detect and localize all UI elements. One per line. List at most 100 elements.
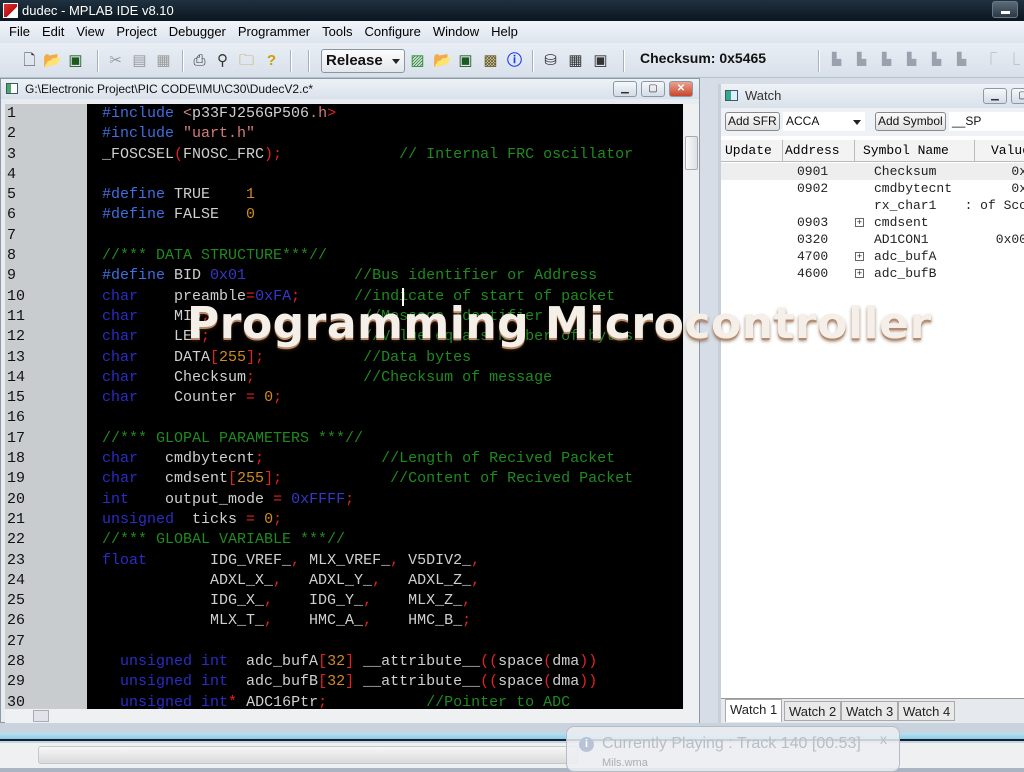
watch-row[interactable]: 0320 AD1CON1 0x00 xyxy=(721,231,1024,248)
watch-row[interactable]: 4700 + adc_bufA xyxy=(721,248,1024,265)
build-icon[interactable]: ▩ xyxy=(482,52,499,69)
open-project-icon[interactable]: 📂 xyxy=(433,52,452,69)
code-line: _FOSCSEL(FNOSC_FRC); // Internal FRC osc… xyxy=(87,145,683,165)
window-title: dudec - MPLAB IDE v8.10 xyxy=(22,3,174,18)
info-icon[interactable]: ⓘ xyxy=(506,52,523,69)
code-line: #define TRUE 1 xyxy=(87,185,683,205)
media-notification[interactable]: i Currently Playing : Track 140 [00:53] … xyxy=(566,726,900,772)
watch-row[interactable]: 0903 + cmdsent xyxy=(721,214,1024,231)
code-editor[interactable]: #include <p33FJ256GP506.h> #include "uart… xyxy=(87,104,683,715)
expand-icon[interactable]: + xyxy=(855,269,864,278)
watch-row[interactable]: 0901 Checksum 0x xyxy=(721,163,1024,180)
code-token: FNOSC_FRC xyxy=(183,145,265,163)
vertical-scrollbar[interactable] xyxy=(684,104,699,715)
scrollbar-thumb[interactable] xyxy=(685,136,698,170)
copy-icon[interactable]: ▤ xyxy=(131,52,148,69)
code-token: 0xFFFF xyxy=(291,490,346,508)
watch-row[interactable]: 4600 + adc_bufB xyxy=(721,265,1024,282)
step-over-icon[interactable]: ▙ xyxy=(857,52,873,66)
tab-watch-4[interactable]: Watch 4 xyxy=(898,701,956,721)
code-token: p33FJ256GP506 xyxy=(192,105,310,122)
open-file-icon[interactable]: 📂 xyxy=(43,52,62,69)
find-in-files-icon[interactable]: 🗀 xyxy=(238,52,255,69)
editor-maximize-button[interactable]: ▢ xyxy=(641,81,665,97)
sfr-select[interactable]: ACCA xyxy=(783,112,865,131)
code-token: ; xyxy=(345,490,355,508)
add-sfr-button[interactable]: Add SFR xyxy=(725,112,780,131)
code-token: //Data bytes xyxy=(363,348,472,366)
column-address[interactable]: Address xyxy=(783,140,855,162)
editor-minimize-button[interactable]: ▁ xyxy=(613,81,637,97)
watch-minimize-button[interactable]: ▁ xyxy=(983,88,1007,104)
code-token: //*** DATA STRUCTURE***// xyxy=(102,247,328,265)
watch-row[interactable]: rx_char1: of Sco xyxy=(721,197,1024,214)
tab-watch-2[interactable]: Watch 2 xyxy=(784,701,842,721)
step-into-icon[interactable]: ▙ xyxy=(832,52,848,66)
menu-bar: File Edit View Project Debugger Programm… xyxy=(0,21,1024,43)
add-symbol-button[interactable]: Add Symbol xyxy=(875,112,946,131)
watch-row[interactable]: 0902 cmdbytecnt 0x xyxy=(721,180,1024,197)
memory-icon[interactable]: ▦ xyxy=(567,52,584,69)
editor-close-button[interactable]: ✕ xyxy=(669,81,693,97)
menu-programmer[interactable]: Programmer xyxy=(232,21,316,43)
breakpoint-up-icon[interactable]: ⎾ xyxy=(985,52,1001,66)
build-config-value: Release xyxy=(326,52,383,69)
close-icon[interactable]: x xyxy=(880,731,887,747)
watch-address: 0902 xyxy=(797,181,829,196)
menu-debugger[interactable]: Debugger xyxy=(163,21,232,43)
menu-edit[interactable]: Edit xyxy=(36,21,70,43)
line-number: 2 xyxy=(7,125,17,143)
step-out-icon[interactable]: ▙ xyxy=(882,52,898,66)
notification-subtext: Mils.wma xyxy=(602,757,648,769)
reset-icon[interactable]: ▙ xyxy=(907,52,923,66)
code-token: , xyxy=(471,571,481,589)
code-line: MLX_T_, HMC_A_, HMC_B_; xyxy=(87,611,683,631)
menu-window[interactable]: Window xyxy=(427,21,485,43)
build-config-select[interactable]: Release xyxy=(321,49,405,73)
save-icon[interactable]: ▣ xyxy=(67,52,84,69)
export-icon[interactable]: ▣ xyxy=(592,52,609,69)
expand-icon[interactable]: + xyxy=(855,252,864,261)
scrollbar-thumb[interactable] xyxy=(38,746,578,764)
code-token: 32 xyxy=(327,673,346,691)
help-icon[interactable]: ? xyxy=(263,52,280,69)
run-icon[interactable]: ▙ xyxy=(932,52,948,66)
minimize-button[interactable] xyxy=(992,1,1018,18)
scrollbar-thumb[interactable] xyxy=(33,710,49,722)
symbol-select[interactable]: __SP xyxy=(949,112,1024,131)
tab-watch-3[interactable]: Watch 3 xyxy=(841,701,899,721)
menu-configure[interactable]: Configure xyxy=(359,21,427,43)
code-token: adc_bufA xyxy=(228,653,319,671)
tab-watch-1[interactable]: Watch 1 xyxy=(725,699,783,722)
code-token: ; xyxy=(462,612,472,630)
save-project-icon[interactable]: ▣ xyxy=(457,52,474,69)
paste-icon[interactable]: ▦ xyxy=(155,52,172,69)
code-line: //*** DATA STRUCTURE***// xyxy=(87,246,683,266)
menu-file[interactable]: File xyxy=(3,21,36,43)
find-icon[interactable]: ⚲ xyxy=(214,52,231,69)
menu-tools[interactable]: Tools xyxy=(316,21,358,43)
new-file-icon[interactable]: 🗋 xyxy=(21,52,38,69)
new-project-icon[interactable]: ▨ xyxy=(409,52,426,69)
column-update[interactable]: Update xyxy=(725,140,783,162)
line-number: 6 xyxy=(7,206,17,224)
halt-icon[interactable]: ▙ xyxy=(957,52,973,66)
code-token: #include xyxy=(102,105,184,122)
column-symbol-name[interactable]: Symbol Name xyxy=(855,140,975,162)
column-value[interactable]: Value xyxy=(975,140,1024,162)
print-icon[interactable]: ⎙ xyxy=(191,52,208,69)
line-number: 18 xyxy=(7,450,26,468)
menu-view[interactable]: View xyxy=(70,21,110,43)
expand-icon[interactable]: + xyxy=(855,218,864,227)
menu-project[interactable]: Project xyxy=(110,21,162,43)
cut-icon[interactable]: ✂ xyxy=(107,52,124,69)
program-device-icon[interactable]: ⛁ xyxy=(542,52,559,69)
horizontal-scrollbar[interactable] xyxy=(5,709,699,723)
code-token: IDG_Y_ xyxy=(273,592,364,610)
watch-maximize-button[interactable]: ▢ xyxy=(1011,88,1024,104)
line-number: 29 xyxy=(7,673,26,691)
breakpoint-down-icon[interactable]: ⎿ xyxy=(1008,52,1024,66)
menu-help[interactable]: Help xyxy=(485,21,524,43)
watch-table-body: 0901 Checksum 0x 0902 cmdbytecnt 0x rx_char1: … xyxy=(721,163,1024,282)
